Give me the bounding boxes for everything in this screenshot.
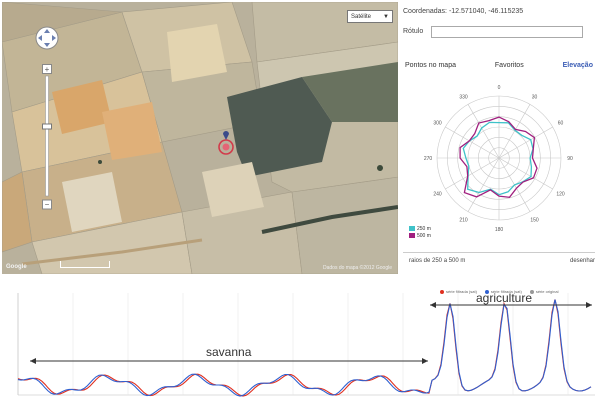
map-attribution[interactable]: Dados do mapa ©2012 Google bbox=[323, 265, 392, 271]
legend-swatch-250 bbox=[409, 226, 415, 232]
coordinates-value: -12.571040, -46.115235 bbox=[448, 8, 524, 15]
legend-label-red: série filtrada (sat) bbox=[446, 289, 477, 294]
profile-series-line bbox=[17, 299, 592, 397]
radar-legend: 250 m 500 m bbox=[409, 226, 431, 240]
radar-angle-label: 330 bbox=[459, 95, 468, 101]
savanna-arrowhead-right bbox=[422, 358, 428, 364]
legend-label-500: 500 m bbox=[417, 233, 431, 239]
legend-dot-red bbox=[440, 289, 444, 294]
legend-label-gray: série original bbox=[535, 289, 559, 294]
panel-tabs: Pontos no mapa Favoritos Elevação bbox=[403, 62, 595, 76]
rotulo-label: Rótulo bbox=[403, 28, 424, 35]
tab-favorites[interactable]: Favoritos bbox=[493, 62, 526, 76]
radar-angle-label: 60 bbox=[558, 121, 564, 127]
radar-angle-label: 120 bbox=[556, 192, 565, 198]
tab-elevation[interactable]: Elevação bbox=[561, 62, 595, 76]
map-type-label: Satélite bbox=[351, 14, 372, 20]
radar-spoke bbox=[467, 157, 500, 212]
radar-angle-label: 210 bbox=[459, 217, 468, 223]
profile-series-line bbox=[17, 299, 592, 397]
radar-angle-label: 0 bbox=[498, 85, 501, 91]
profile-legend-item: série original bbox=[529, 289, 559, 294]
rotulo-row: Rótulo bbox=[403, 26, 593, 38]
zoom-slider[interactable]: + − bbox=[42, 64, 52, 210]
radar-angle-label: 90 bbox=[567, 156, 573, 162]
radar-angle-label: 150 bbox=[530, 217, 539, 223]
info-panel: Coordenadas: -12.571040, -46.115235 Rótu… bbox=[403, 6, 593, 38]
agriculture-arrowhead-left bbox=[430, 302, 436, 308]
radar-angle-label: 180 bbox=[495, 227, 504, 233]
chevron-down-icon: ▼ bbox=[383, 14, 389, 20]
radar-angle-label: 270 bbox=[424, 156, 433, 162]
elevation-radar-chart: 0 30 60 90 120 150 180 210 240 270 300 330 bbox=[424, 85, 573, 233]
coordinates-label: Coordenadas: bbox=[403, 8, 447, 15]
coordinates-row: Coordenadas: -12.571040, -46.115235 bbox=[403, 6, 593, 18]
zoom-track bbox=[45, 75, 49, 197]
profile-legend-item: série filtrada (sat) bbox=[440, 289, 477, 294]
satellite-map[interactable]: + − Satélite ▼ Google Dados do mapa ©201… bbox=[2, 2, 398, 274]
zoom-handle bbox=[42, 123, 52, 130]
map-logo: Google bbox=[6, 264, 27, 270]
legend-label-250: 250 m bbox=[417, 226, 431, 232]
panel-divider bbox=[403, 252, 595, 253]
radius-range-text: raios de 250 a 500 m bbox=[409, 258, 466, 264]
radar-spoke bbox=[498, 157, 553, 190]
map-type-dropdown[interactable]: Satélite ▼ bbox=[347, 10, 393, 23]
radar-angle-label: 300 bbox=[433, 121, 442, 127]
pan-control[interactable] bbox=[35, 26, 59, 50]
annotation-savanna: savanna bbox=[206, 345, 252, 359]
annotation-agriculture: agriculture bbox=[476, 291, 533, 305]
savanna-arrowhead-left bbox=[30, 358, 36, 364]
zoom-out-icon: − bbox=[45, 200, 50, 209]
rotulo-input[interactable] bbox=[431, 26, 584, 38]
agriculture-arrowhead-right bbox=[586, 302, 592, 308]
satellite-imagery bbox=[2, 2, 398, 274]
scale-bar bbox=[60, 261, 110, 268]
radar-legend-item: 250 m bbox=[409, 226, 431, 233]
radar-spoke bbox=[467, 104, 500, 159]
radar-spoke bbox=[445, 126, 500, 159]
radar-spoke bbox=[445, 157, 500, 190]
tab-map-points[interactable]: Pontos no mapa bbox=[403, 62, 458, 76]
radar-angle-label: 240 bbox=[433, 192, 442, 198]
radar-legend-item: 500 m bbox=[409, 233, 431, 240]
radar-angle-label: 30 bbox=[532, 95, 538, 101]
zoom-in-icon: + bbox=[45, 65, 50, 74]
draw-link[interactable]: desenhar bbox=[570, 258, 595, 264]
legend-swatch-500 bbox=[409, 233, 415, 239]
